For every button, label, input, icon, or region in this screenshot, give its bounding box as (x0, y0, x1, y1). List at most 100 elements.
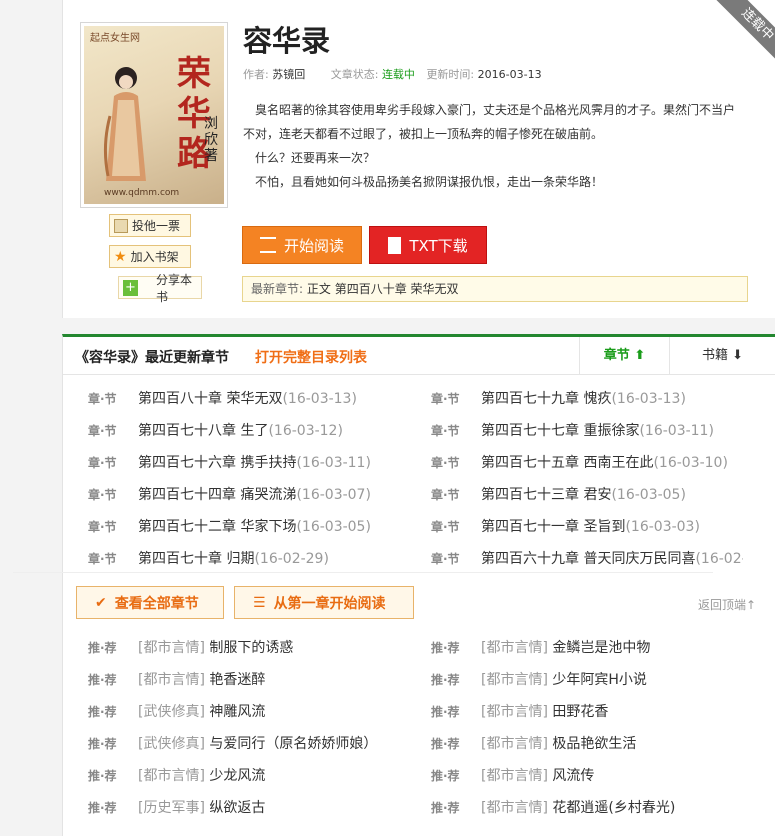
cover-figure-illustration (103, 67, 146, 181)
chapter-tag: 章·节 (431, 456, 460, 470)
vote-button[interactable]: 投他一票 (109, 214, 191, 237)
recommend-link[interactable]: [都市言情] 风流传 (481, 765, 594, 785)
book-meta: 作者: 苏镜回 文章状态: 连载中 更新时间: 2016-03-13 (243, 66, 564, 82)
recommend-tag: 推·荐 (88, 801, 117, 815)
recommend-link[interactable]: [都市言情] 少年阿宾H小说 (481, 669, 647, 689)
recommend-title: 金鳞岂是池中物 (552, 640, 651, 656)
recommend-link[interactable]: [都市言情] 艳香迷醉 (138, 669, 265, 689)
chapter-link[interactable]: 第四百七十三章 君安(16-03-05) (481, 484, 686, 504)
recommend-category: [都市言情] (138, 768, 205, 784)
chapter-link[interactable]: 第四百七十七章 重振徐家(16-03-11) (481, 420, 714, 440)
view-all-chapters-label: 查看全部章节 (114, 595, 199, 612)
recommend-link[interactable]: [历史军事] 纵欲返古 (138, 797, 265, 817)
list-number-icon: ☰ (253, 594, 266, 611)
recommend-tag: 推·荐 (88, 673, 117, 687)
recommend-category: [武侠修真] (138, 704, 205, 720)
share-label: 分享本书 (156, 272, 193, 304)
intro-paragraph: 臭名昭著的徐其容使用卑劣手段嫁入豪门，丈夫还是个品格光风霁月的才子。果然门不当户… (243, 103, 736, 141)
tab-chapters[interactable]: 章节 ⬆ (579, 337, 669, 374)
recommend-title: 田野花香 (552, 704, 609, 720)
chapter-link[interactable]: 第四百七十八章 生了(16-03-12) (138, 420, 343, 440)
chapters-panel-title: 《容华录》最近更新章节 (75, 350, 229, 366)
recommend-tag: 推·荐 (88, 705, 117, 719)
back-to-top-link[interactable]: 返回顶端↑ (698, 596, 756, 613)
intro-paragraph: 不怕，且看她如何斗极品扬美名掀阴谋报仇恨，走出一条荣华路！ (243, 175, 604, 189)
view-all-chapters-button[interactable]: ✔ 查看全部章节 (76, 586, 224, 619)
recommend-link[interactable]: [都市言情] 金鳞岂是池中物 (481, 637, 650, 657)
chapter-date: (16-03-10) (653, 455, 728, 471)
chapter-link[interactable]: 第四百七十一章 圣旨到(16-03-03) (481, 516, 700, 536)
add-to-shelf-button[interactable]: ★ 加入书架 (109, 245, 191, 268)
chapter-link[interactable]: 第四百七十二章 华家下场(16-03-05) (138, 516, 371, 536)
recommend-tag: 推·荐 (431, 705, 460, 719)
recommend-link[interactable]: [都市言情] 花都逍遥(乡村春光) (481, 797, 675, 817)
book-intro: 臭名昭著的徐其容使用卑劣手段嫁入豪门，丈夫还是个品格光风霁月的才子。果然门不当户… (243, 98, 743, 194)
vote-label: 投他一票 (132, 219, 181, 233)
latest-chapter-label: 最新章节: (251, 282, 304, 296)
start-reading-button[interactable]: 开始阅读 (242, 226, 362, 264)
cover-author: 浏欣著 (204, 116, 218, 164)
cover-image: 起点女生网 荣华路 浏欣著 www.qdmm.com (84, 26, 224, 204)
chapter-title: 第四百七十三章 君安 (481, 487, 612, 503)
tab-books[interactable]: 书籍 ⬇ (669, 337, 775, 374)
chapter-date: (16-02- (695, 551, 743, 567)
recommend-category: [武侠修真] (138, 736, 205, 752)
chapters-panel-header: 《容华录》最近更新章节 打开完整目录列表 章节 ⬆ 书籍 ⬇ (63, 337, 775, 375)
chapter-title: 第四百七十六章 携手扶持 (138, 455, 297, 471)
recommend-tag: 推·荐 (431, 641, 460, 655)
chapter-link[interactable]: 第四百六十九章 普天同庆万民同喜(16-02- (481, 548, 743, 568)
chapter-link[interactable]: 第四百七十四章 痛哭流涕(16-03-07) (138, 484, 371, 504)
chapter-link[interactable]: 第四百七十九章 愧疚(16-03-13) (481, 388, 686, 408)
tab-chapters-label: 章节 (603, 348, 630, 363)
chapter-date: (16-03-07) (296, 487, 371, 503)
arrow-up-icon: ⬆ (634, 348, 646, 363)
txt-download-button[interactable]: TXT下载 (369, 226, 487, 264)
recommend-link[interactable]: [都市言情] 极品艳欲生活 (481, 733, 636, 753)
recommend-link[interactable]: [都市言情] 少龙风流 (138, 765, 265, 785)
recommend-category: [都市言情] (481, 672, 548, 688)
chapter-date: (16-03-11) (296, 455, 371, 471)
chapter-tag: 章·节 (431, 520, 460, 534)
txt-download-label: TXT下载 (409, 236, 468, 255)
chapter-date: (16-03-05) (296, 519, 371, 535)
chapter-tag: 章·节 (431, 392, 460, 406)
chapter-link[interactable]: 第四百七十六章 携手扶持(16-03-11) (138, 452, 371, 472)
share-button[interactable]: + 分享本书 (118, 273, 202, 304)
recommend-title: 极品艳欲生活 (552, 736, 637, 752)
chapter-link[interactable]: 第四百七十五章 西南王在此(16-03-10) (481, 452, 728, 472)
chapter-title: 第四百七十九章 愧疚 (481, 391, 612, 407)
recommend-tag: 推·荐 (88, 641, 117, 655)
chapter-date: (16-03-03) (625, 519, 700, 535)
recommend-category: [都市言情] (481, 736, 548, 752)
chapter-title: 第四百七十七章 重振徐家 (481, 423, 640, 439)
chapter-title: 第四百七十八章 生了 (138, 423, 269, 439)
recommend-link[interactable]: [武侠修真] 与爱同行（原名娇娇师娘） (138, 733, 377, 753)
read-from-first-button[interactable]: ☰ 从第一章开始阅读 (234, 586, 414, 619)
recommend-tag: 推·荐 (431, 801, 460, 815)
list-icon (259, 237, 276, 253)
chapter-date: (16-03-13) (282, 391, 357, 407)
recommend-tag: 推·荐 (431, 673, 460, 687)
updated-value: 2016-03-13 (477, 68, 542, 81)
recommend-category: [都市言情] (138, 640, 205, 656)
book-title: 容华录 (243, 24, 331, 58)
recommend-title: 艳香迷醉 (209, 672, 266, 688)
chapter-title: 第四百八十章 荣华无双 (138, 391, 283, 407)
chapter-link[interactable]: 第四百八十章 荣华无双(16-03-13) (138, 388, 357, 408)
plus-icon: + (123, 279, 138, 296)
author-name[interactable]: 苏镜回 (272, 68, 305, 81)
recommend-category: [历史军事] (138, 800, 205, 816)
latest-chapter-link[interactable]: 正文 第四百八十章 荣华无双 (307, 282, 459, 296)
recommend-link[interactable]: [都市言情] 田野花香 (481, 701, 608, 721)
book-cover[interactable]: 起点女生网 荣华路 浏欣著 www.qdmm.com (80, 22, 228, 208)
recommend-title: 制服下的诱惑 (209, 640, 294, 656)
open-toc-link[interactable]: 打开完整目录列表 (255, 347, 367, 367)
chapter-tag: 章·节 (88, 392, 117, 406)
chapter-title: 第四百七十五章 西南王在此 (481, 455, 654, 471)
recommend-title: 少龙风流 (209, 768, 266, 784)
recommend-link[interactable]: [都市言情] 制服下的诱惑 (138, 637, 293, 657)
status-corner-ribbon: 连载中 (700, 0, 775, 75)
chapter-link[interactable]: 第四百七十章 归期(16-02-29) (138, 548, 329, 568)
recommend-category: [都市言情] (138, 672, 205, 688)
recommend-link[interactable]: [武侠修真] 神雕风流 (138, 701, 265, 721)
